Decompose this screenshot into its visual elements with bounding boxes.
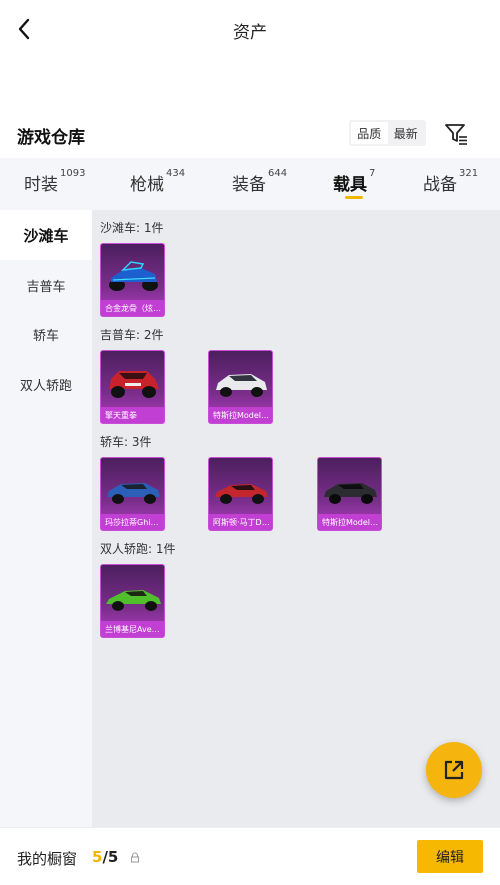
top-bar: 资产: [0, 0, 500, 60]
external-link-icon: [444, 760, 464, 780]
vehicle-card[interactable]: 擎天重拳: [100, 350, 165, 424]
aston-martin-image: [215, 484, 268, 504]
tesla-suv-image: [216, 374, 267, 397]
tab-label: 装备: [232, 175, 266, 195]
sidebar-item-beach-buggy[interactable]: 沙滩车: [0, 210, 92, 260]
vehicle-card[interactable]: 特斯拉Model…: [208, 350, 273, 424]
tab-label: 时装: [24, 175, 58, 195]
lamborghini-image: [106, 590, 161, 611]
tab-count: 1093: [60, 168, 86, 179]
edit-button[interactable]: 编辑: [417, 840, 483, 873]
maserati-image: [107, 483, 160, 504]
group-title: 轿车: 3件: [100, 435, 152, 449]
sort-newest-button[interactable]: 最新: [388, 122, 425, 144]
tab-count: 7: [369, 168, 376, 179]
vehicle-grid: 沙滩车: 1件 合金龙骨（炫… 吉普车: 2件 擎天重拳 特斯拉Model… 轿…: [92, 210, 500, 827]
showcase-bar: 我的橱窗 5/5 编辑: [0, 827, 500, 885]
tab-vehicles[interactable]: 载具7: [333, 168, 376, 195]
showcase-total: /5: [102, 848, 119, 866]
category-tabs: 时装1093 枪械434 装备644 载具7 战备321: [0, 158, 500, 210]
tab-label: 枪械: [130, 175, 164, 195]
tab-supplies[interactable]: 战备321: [423, 168, 479, 195]
vehicle-card[interactable]: 玛莎拉蒂Ghi…: [100, 457, 165, 531]
buggy-image: [109, 261, 158, 291]
filter-icon: [445, 124, 467, 145]
filter-button[interactable]: [443, 121, 469, 147]
vehicle-name: 合金龙骨（炫…: [101, 300, 164, 316]
vehicle-card[interactable]: 特斯拉Model…: [317, 457, 382, 531]
sort-toggle: 品质 最新: [349, 120, 426, 146]
vehicle-name: 擎天重拳: [101, 407, 164, 423]
tab-label: 载具: [333, 175, 367, 195]
tab-count: 644: [268, 168, 288, 179]
jeep-image: [109, 371, 159, 398]
lock-icon: [131, 852, 139, 863]
group-title: 沙滩车: 1件: [100, 221, 164, 235]
page-title: 资产: [233, 23, 267, 43]
tab-equipment[interactable]: 装备644: [232, 168, 288, 195]
sidebar-item-coupe[interactable]: 双人轿跑: [0, 359, 92, 409]
tesla-sedan-image: [324, 483, 377, 504]
group-title: 吉普车: 2件: [100, 328, 164, 342]
sidebar-item-jeep[interactable]: 吉普车: [0, 260, 92, 310]
tab-count: 434: [166, 168, 186, 179]
active-tab-indicator: [345, 196, 363, 199]
section-title: 游戏仓库: [17, 128, 85, 148]
tab-guns[interactable]: 枪械434: [130, 168, 186, 195]
vehicle-name: 阿斯顿·马丁D…: [209, 514, 272, 530]
showcase-count: 5/5: [92, 848, 118, 866]
warehouse-header: 游戏仓库 品质 最新: [0, 118, 500, 152]
share-button[interactable]: [426, 742, 482, 798]
sort-quality-button[interactable]: 品质: [351, 122, 388, 144]
showcase-label: 我的橱窗: [17, 850, 78, 868]
vehicle-card[interactable]: 合金龙骨（炫…: [100, 243, 165, 317]
vehicle-name: 特斯拉Model…: [318, 514, 381, 530]
vehicle-name: 玛莎拉蒂Ghi…: [101, 514, 164, 530]
vehicle-name: 兰博基尼Ave…: [101, 621, 164, 637]
vehicle-card[interactable]: 阿斯顿·马丁D…: [208, 457, 273, 531]
tab-label: 战备: [423, 175, 457, 195]
tab-fashion[interactable]: 时装1093: [24, 168, 86, 195]
vehicle-card[interactable]: 兰博基尼Ave…: [100, 564, 165, 638]
vehicle-name: 特斯拉Model…: [209, 407, 272, 423]
sidebar-item-sedan[interactable]: 轿车: [0, 309, 92, 359]
showcase-current: 5: [92, 848, 103, 866]
tab-count: 321: [459, 168, 479, 179]
group-title: 双人轿跑: 1件: [100, 542, 176, 556]
vehicle-type-sidebar: 沙滩车 吉普车 轿车 双人轿跑: [0, 210, 92, 827]
